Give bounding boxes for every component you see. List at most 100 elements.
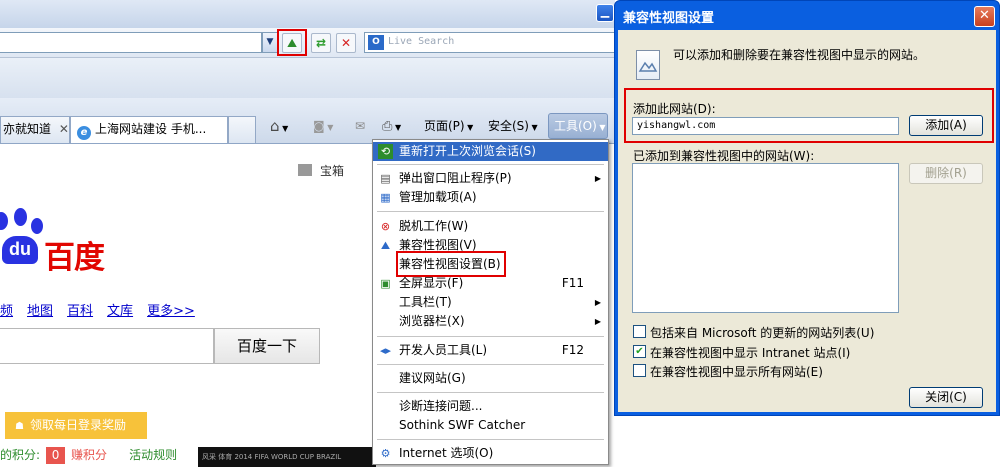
worldcup-banner[interactable]: 风采 体育 2014 FIFA WORLD CUP BRAZIL: [198, 447, 376, 467]
address-bar: ▼ ⛰ ⇄ ✕ O Live Search: [0, 28, 615, 58]
daily-bonus-label: 领取每日登录奖励: [29, 418, 126, 432]
tab-close-icon[interactable]: ✕: [59, 122, 69, 136]
feeds-button[interactable]: ◙ ▼: [313, 113, 333, 139]
tab-label: 亦就知道: [3, 122, 52, 136]
page-menu-label: 页面(P): [424, 119, 465, 133]
checkbox-microsoft-list[interactable]: [633, 325, 646, 338]
live-search-box[interactable]: O Live Search: [364, 32, 615, 53]
daily-bonus-button[interactable]: ☗ 领取每日登录奖励: [5, 412, 147, 439]
devtools-icon: ◂▸: [379, 344, 392, 357]
added-sites-list[interactable]: [632, 163, 899, 313]
checkbox-all-sites-label: 在兼容性视图中显示所有网站(E): [650, 365, 823, 379]
menu-item-toolbars[interactable]: 工具栏(T) ▶: [373, 293, 608, 312]
compat-view-button[interactable]: ⛰: [282, 33, 302, 53]
compat-settings-dialog: 兼容性视图设置 ✕ 可以添加和删除要在兼容性视图中显示的网站。 添加此网站(D)…: [614, 0, 1000, 416]
menu-item-fullscreen[interactable]: ▣ 全屏显示(F) F11: [373, 274, 608, 293]
points-label: 的积分:: [0, 448, 41, 462]
tab-2[interactable]: e 上海网站建设 手机...: [70, 116, 228, 143]
add-site-button[interactable]: 添加(A): [909, 115, 983, 136]
baidu-nav-links: 频地图 百科 文库 更多>>: [0, 300, 209, 319]
earn-points-link[interactable]: 赚积分: [71, 448, 107, 462]
checkbox-microsoft-list-label: 包括来自 Microsoft 的更新的网站列表(U): [650, 326, 875, 340]
reopen-icon: ⟲: [378, 144, 393, 159]
dialog-close-btn[interactable]: 关闭(C): [909, 387, 983, 408]
safety-menu-button[interactable]: 安全(S) ▼: [488, 113, 538, 139]
baidu-logo: du 百度: [0, 208, 120, 276]
live-search-placeholder: Live Search: [388, 36, 455, 47]
nav-link-more[interactable]: 更多>>: [147, 304, 195, 319]
live-search-icon: O: [368, 35, 384, 50]
address-input[interactable]: [0, 32, 262, 53]
menu-item-suggested-sites[interactable]: 建议网站(G): [373, 369, 608, 388]
refresh-icon: ⇄: [315, 36, 327, 50]
close-icon: ✕: [979, 8, 990, 23]
baidu-search-button[interactable]: 百度一下: [214, 328, 320, 364]
dialog-title: 兼容性视图设置: [623, 11, 715, 26]
internet-options-icon: ⚙: [380, 447, 391, 460]
address-dropdown-button[interactable]: ▼: [262, 32, 278, 53]
baidu-logo-text: 百度: [44, 240, 105, 276]
menu-item-swf-catcher[interactable]: Sothink SWF Catcher: [373, 416, 608, 435]
new-tab[interactable]: [228, 116, 256, 143]
compat-page-icon: [636, 50, 660, 80]
remove-site-button[interactable]: 删除(R): [909, 163, 983, 184]
menu-item-developer-tools[interactable]: ◂▸ 开发人员工具(L) F12: [373, 341, 608, 360]
gift-icon: [298, 164, 312, 176]
checkbox-all-sites[interactable]: [633, 364, 646, 377]
treasure-link[interactable]: 宝箱: [298, 162, 344, 179]
added-sites-label: 已添加到兼容性视图中的网站(W):: [633, 149, 815, 163]
menu-item-diagnose[interactable]: 诊断连接问题...: [373, 397, 608, 416]
tools-menu-label: 工具(O): [554, 119, 597, 133]
nav-link-video[interactable]: 频: [0, 304, 13, 319]
page-menu-button[interactable]: 页面(P) ▼: [424, 113, 473, 139]
tab-label: 上海网站建设 手机...: [95, 122, 207, 136]
stop-icon: ✕: [340, 36, 352, 50]
compat-view-icon: ⛰: [286, 36, 298, 50]
tools-menu: ⟲ 重新打开上次浏览会话(S) ▤ 弹出窗口阻止程序(P) ▶ ▦ 管理加载项(A…: [372, 139, 609, 465]
nav-link-wenku[interactable]: 文库: [107, 304, 133, 319]
menu-item-work-offline[interactable]: ⊗ 脱机工作(W): [373, 217, 608, 236]
menu-item-manage-addons[interactable]: ▦ 管理加载项(A): [373, 188, 608, 207]
refresh-button[interactable]: ⇄: [311, 33, 331, 53]
offline-icon: ⊗: [380, 220, 391, 233]
checkbox-intranet[interactable]: ✔: [633, 345, 646, 358]
menu-item-reopen-session[interactable]: ⟲ 重新打开上次浏览会话(S): [373, 142, 608, 161]
browser-title-strip: [0, 0, 615, 28]
tab-1[interactable]: 亦就知道 ✕: [0, 116, 70, 143]
mail-icon: ✉: [355, 119, 366, 133]
dialog-intro: 可以添加和删除要在兼容性视图中显示的网站。: [673, 48, 926, 62]
home-button[interactable]: ⌂ ▼: [270, 113, 288, 139]
ie-icon: e: [77, 126, 91, 140]
popup-blocker-icon: ▤: [380, 172, 391, 185]
home-icon: ⌂: [270, 117, 280, 135]
safety-menu-label: 安全(S): [488, 119, 529, 133]
tools-menu-button[interactable]: 工具(O) ▼: [548, 113, 608, 139]
printer-icon: ⎙: [382, 119, 393, 134]
minimize-button[interactable]: ▁: [596, 4, 614, 22]
baidu-logo-du: du: [2, 236, 38, 264]
nav-link-map[interactable]: 地图: [27, 304, 53, 319]
stop-button[interactable]: ✕: [336, 33, 356, 53]
add-site-label: 添加此网站(D):: [633, 102, 716, 116]
treasure-label: 宝箱: [320, 164, 345, 178]
nav-link-baike[interactable]: 百科: [67, 304, 93, 319]
points-row: 的积分: 0 赚积分 活动规则: [0, 446, 177, 464]
dialog-body: 可以添加和删除要在兼容性视图中显示的网站。 添加此网站(D): yishangw…: [618, 30, 996, 412]
checkbox-intranet-label: 在兼容性视图中显示 Intranet 站点(I): [650, 346, 851, 360]
mail-button[interactable]: ✉: [355, 113, 365, 139]
addons-icon: ▦: [380, 191, 391, 204]
rss-icon: ◙: [313, 119, 325, 133]
activity-rules-link[interactable]: 活动规则: [129, 448, 177, 462]
fullscreen-icon: ▣: [380, 277, 391, 290]
bonus-icon: ☗: [15, 421, 24, 432]
menu-item-internet-options[interactable]: ⚙ Internet 选项(O): [373, 444, 608, 463]
menu-item-explorer-bars[interactable]: 浏览器栏(X) ▶: [373, 312, 608, 331]
dialog-close-button[interactable]: ✕: [974, 6, 995, 27]
favorites-bar: [0, 58, 615, 98]
menu-item-popup-blocker[interactable]: ▤ 弹出窗口阻止程序(P) ▶: [373, 169, 608, 188]
add-site-input[interactable]: yishangwl.com: [632, 117, 899, 135]
print-button[interactable]: ⎙ ▼: [382, 113, 401, 139]
baidu-search-input[interactable]: [0, 328, 214, 364]
compat-view-icon: ⛰: [380, 239, 391, 252]
points-value: 0: [46, 447, 66, 464]
